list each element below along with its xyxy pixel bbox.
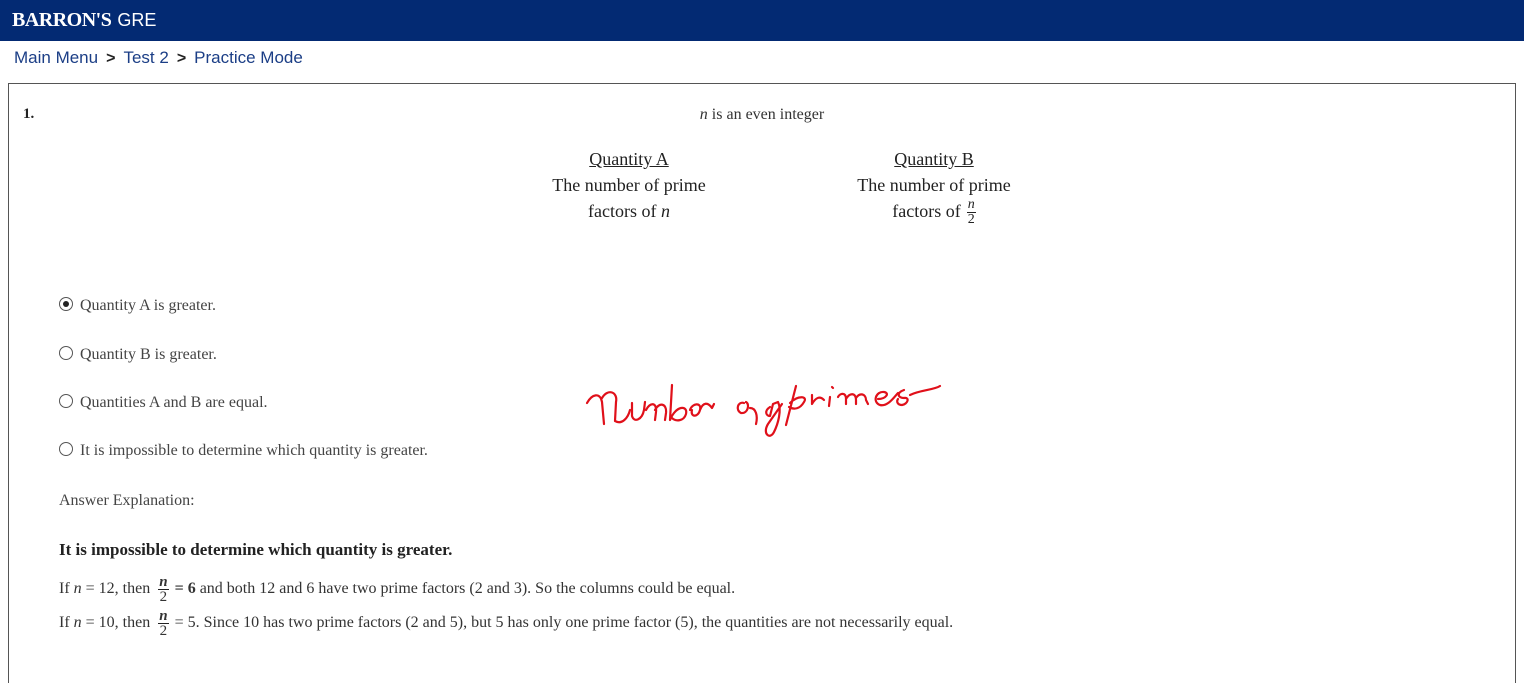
text: and both 12 and 6 have two prime factors… bbox=[195, 580, 736, 598]
fraction-denominator: 2 bbox=[967, 212, 975, 228]
choice-label: Quantity A is greater. bbox=[80, 297, 216, 314]
fraction-numerator: n bbox=[966, 197, 976, 214]
variable: n bbox=[73, 614, 82, 632]
choice-label: It is impossible to determine which quan… bbox=[80, 442, 428, 459]
stem-text: is an even integer bbox=[707, 106, 825, 123]
breadcrumb-test[interactable]: Test 2 bbox=[123, 48, 168, 67]
quantity-b: Quantity B The number of prime factors o… bbox=[809, 146, 1059, 227]
brand-name: BARRON'S bbox=[12, 9, 112, 31]
explanation-line-1: If n = 12, then n2 = 6 and both 12 and 6… bbox=[59, 574, 736, 605]
choice-b[interactable]: Quantity B is greater. bbox=[59, 346, 217, 364]
choice-label: Quantity B is greater. bbox=[80, 346, 217, 363]
variable: n bbox=[73, 580, 82, 598]
quantity-b-line2: factors of n 2 bbox=[809, 198, 1059, 227]
quantity-a-line1: The number of prime bbox=[552, 175, 706, 195]
quantity-b-line1: The number of prime bbox=[857, 175, 1011, 195]
quantity-a: Quantity A The number of prime factors o… bbox=[504, 146, 754, 224]
text: If bbox=[59, 614, 74, 632]
explanation-line-2: If n = 10, then n2 = 5. Since 10 has two… bbox=[59, 608, 954, 639]
explanation-label: Answer Explanation: bbox=[59, 492, 195, 509]
quantity-a-variable: n bbox=[660, 201, 670, 221]
choice-a[interactable]: Quantity A is greater. bbox=[59, 297, 216, 315]
choice-label: Quantities A and B are equal. bbox=[80, 394, 268, 411]
quantity-b-text: factors of bbox=[892, 201, 961, 221]
breadcrumb-main-menu[interactable]: Main Menu bbox=[14, 48, 98, 67]
question-panel: 1. n is an even integer Quantity A The n… bbox=[8, 83, 1516, 683]
quantity-a-title: Quantity A bbox=[589, 149, 669, 169]
breadcrumb-separator: > bbox=[176, 50, 187, 67]
quantity-a-text: factors of bbox=[588, 201, 661, 221]
radio-icon[interactable] bbox=[59, 346, 73, 360]
breadcrumb-separator: > bbox=[106, 50, 116, 67]
fraction: n2 bbox=[158, 574, 169, 605]
question-stem: n is an even integer bbox=[9, 106, 1515, 124]
brand-logo: BARRON'S GRE bbox=[12, 8, 156, 32]
quantity-a-line2: factors of n bbox=[504, 198, 754, 224]
fraction-denominator: 2 bbox=[159, 589, 168, 605]
quantity-b-title: Quantity B bbox=[894, 149, 974, 169]
radio-selected-icon[interactable] bbox=[59, 297, 73, 311]
radio-icon[interactable] bbox=[59, 442, 73, 456]
fraction-denominator: 2 bbox=[159, 623, 168, 639]
equals-value: = 6 bbox=[170, 580, 196, 598]
fraction: n2 bbox=[158, 608, 169, 639]
choice-d[interactable]: It is impossible to determine which quan… bbox=[59, 442, 428, 460]
top-bar: BARRON'S GRE bbox=[0, 0, 1524, 41]
text: = 10, then bbox=[81, 614, 155, 632]
fraction-numerator: n bbox=[158, 608, 169, 624]
text: . Since 10 has two prime factors (2 and … bbox=[195, 614, 954, 632]
breadcrumb-practice-mode[interactable]: Practice Mode bbox=[194, 48, 303, 67]
text: = 12, then bbox=[81, 580, 155, 598]
stem-variable: n bbox=[699, 106, 708, 123]
breadcrumb: Main Menu > Test 2 > Practice Mode bbox=[14, 48, 303, 68]
brand-product: GRE bbox=[117, 10, 157, 30]
text: If bbox=[59, 580, 74, 598]
choice-c[interactable]: Quantities A and B are equal. bbox=[59, 394, 268, 412]
equals-value: = 5 bbox=[170, 614, 196, 632]
explanation-answer: It is impossible to determine which quan… bbox=[59, 540, 453, 559]
fraction-numerator: n bbox=[158, 574, 169, 590]
radio-icon[interactable] bbox=[59, 394, 73, 408]
quantity-b-fraction: n2 bbox=[966, 197, 976, 228]
